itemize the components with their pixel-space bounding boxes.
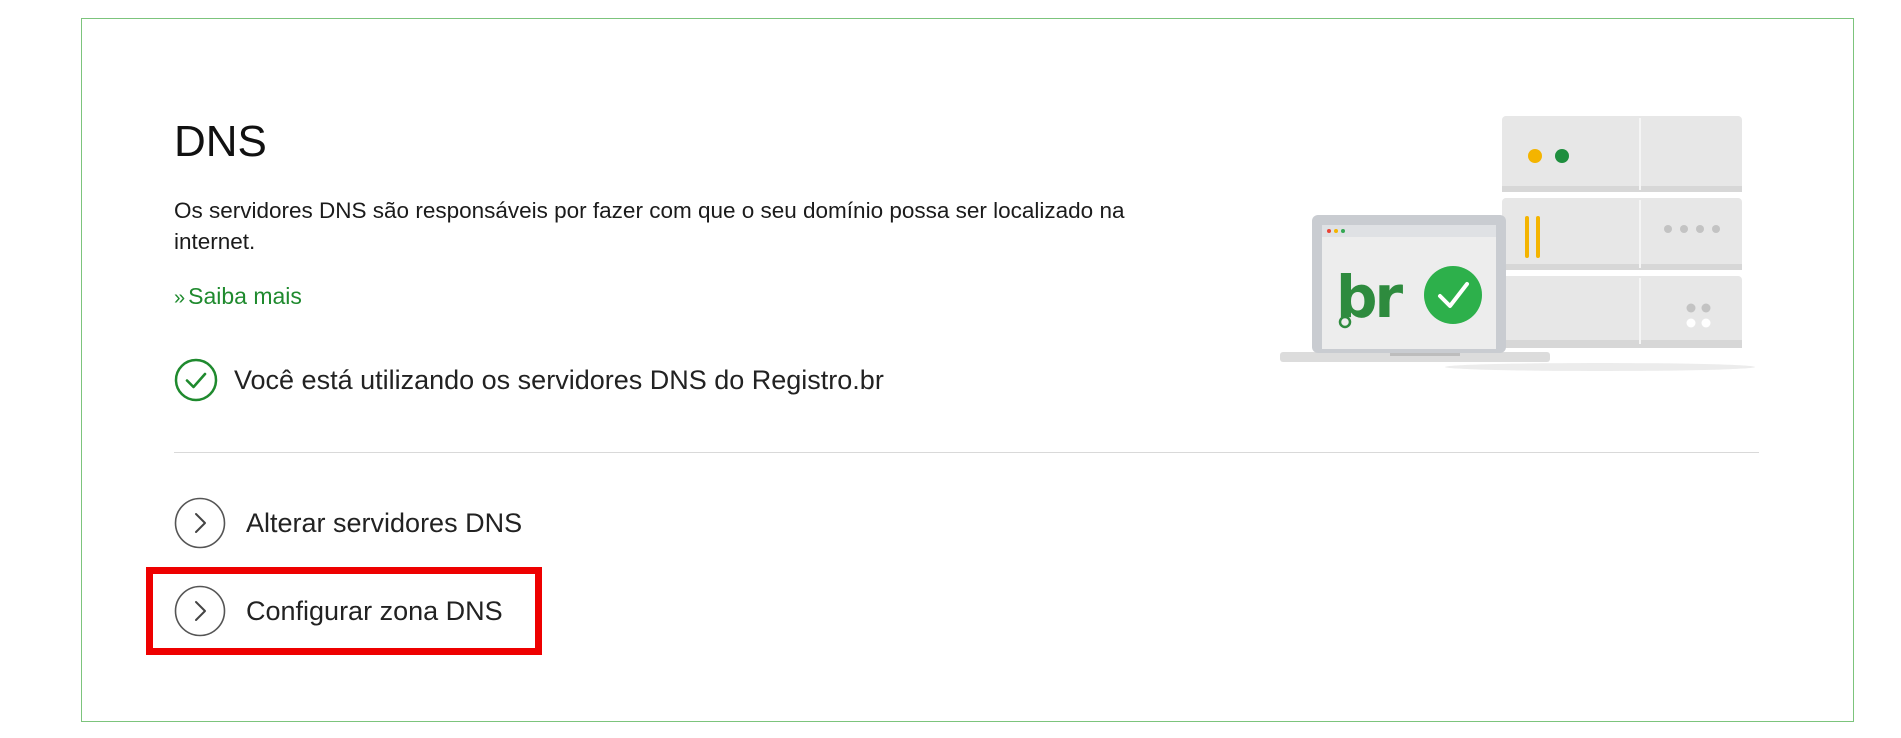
configure-dns-zone-button[interactable]: Configurar zona DNS <box>174 585 503 637</box>
server-laptop-illustration: br <box>1280 116 1755 371</box>
dns-status: Você está utilizando os servidores DNS d… <box>174 358 884 402</box>
led-yellow-icon <box>1528 149 1542 163</box>
action-label: Alterar servidores DNS <box>246 507 523 538</box>
learn-more-label: Saiba mais <box>188 283 302 309</box>
check-circle-icon <box>174 358 218 402</box>
action-label: Configurar zona DNS <box>246 595 503 626</box>
chevron-right-icon <box>174 585 226 637</box>
status-text: Você está utilizando os servidores DNS d… <box>234 364 884 395</box>
br-logo: br <box>1336 263 1404 331</box>
page-title: DNS <box>174 117 267 166</box>
section-divider <box>174 452 1759 453</box>
learn-more-link[interactable]: » Saiba mais <box>174 281 302 313</box>
dns-description: Os servidores DNS são responsáveis por f… <box>174 198 1125 254</box>
chevron-right-icon <box>174 497 226 549</box>
link-prefix: » <box>174 287 186 309</box>
change-dns-servers-button[interactable]: Alterar servidores DNS <box>174 497 522 549</box>
led-green-icon <box>1555 149 1569 163</box>
